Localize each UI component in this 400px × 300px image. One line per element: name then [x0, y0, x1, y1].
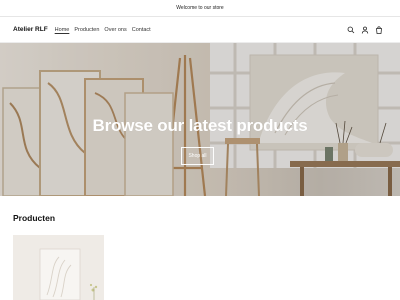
store-logo[interactable]: Atelier RLF	[13, 26, 48, 33]
nav-home[interactable]: Home	[55, 27, 70, 33]
nav-over-ons[interactable]: Over ons	[104, 27, 126, 33]
products-section-title: Producten	[13, 213, 56, 223]
header-icons	[347, 25, 383, 34]
main-nav: Home Producten Over ons Contact	[55, 27, 151, 33]
search-icon[interactable]	[347, 26, 355, 34]
nav-contact[interactable]: Contact	[132, 27, 151, 33]
announcement-bar: Welcome to our store	[0, 0, 400, 17]
hero-title: Browse our latest products	[92, 116, 308, 135]
site-header: Atelier RLF Home Producten Over ons Cont…	[0, 17, 400, 43]
hero-banner: Browse our latest products Shop all	[0, 43, 400, 196]
product-image	[13, 235, 104, 300]
announcement-text: Welcome to our store	[176, 5, 224, 11]
nav-producten[interactable]: Producten	[74, 27, 99, 33]
shop-all-button[interactable]: Shop all	[181, 147, 214, 165]
product-card[interactable]	[13, 235, 104, 300]
cart-icon[interactable]	[375, 25, 383, 34]
account-icon[interactable]	[361, 26, 369, 34]
